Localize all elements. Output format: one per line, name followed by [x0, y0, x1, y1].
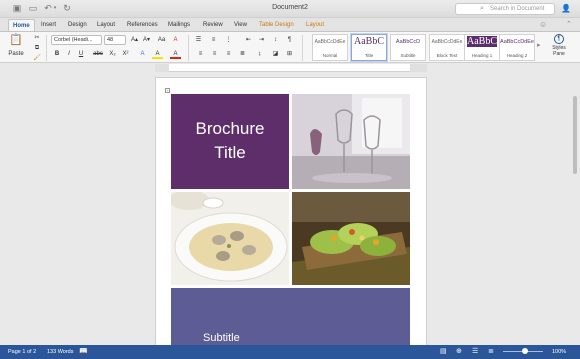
- ribbon-home: 📋 Paste ✂ ⧉ 🖌 Corbel (Headi... 48 A▴ A▾ …: [0, 31, 580, 63]
- tab-home[interactable]: Home: [8, 19, 35, 31]
- highlight-button[interactable]: A: [152, 49, 163, 59]
- pasta-clams-image: [171, 192, 289, 285]
- collapse-ribbon-icon[interactable]: ⌃: [566, 20, 572, 28]
- wine-glasses-photo[interactable]: [292, 94, 410, 189]
- style-heading-2[interactable]: AaBbCcDdEe Heading 2: [499, 34, 535, 61]
- borders-icon[interactable]: ⊞: [284, 49, 295, 59]
- format-painter-icon[interactable]: 🖌: [32, 53, 42, 63]
- show-marks-button[interactable]: ¶: [284, 35, 295, 45]
- clear-formatting-button[interactable]: A: [170, 35, 181, 45]
- zoom-level[interactable]: 100%: [552, 345, 566, 359]
- print-layout-view-icon[interactable]: ▤: [440, 345, 447, 359]
- sort-icon[interactable]: ↕: [270, 35, 281, 45]
- numbering-icon[interactable]: ≡: [208, 35, 219, 45]
- word-count[interactable]: 133 Words: [47, 345, 74, 359]
- copy-icon[interactable]: ⧉: [32, 43, 42, 53]
- page-count[interactable]: Page 1 of 2: [8, 345, 36, 359]
- clipboard-icon[interactable]: 📋: [6, 33, 26, 47]
- font-size-dropdown[interactable]: 48: [104, 35, 126, 45]
- line-spacing-icon[interactable]: ↨: [254, 49, 265, 59]
- underline-button[interactable]: U: [76, 49, 86, 59]
- pasta-clams-photo[interactable]: [171, 192, 289, 285]
- search-input[interactable]: ⌕ Search in Document: [455, 3, 555, 15]
- scrollbar-thumb[interactable]: [573, 96, 577, 174]
- align-left-icon[interactable]: ≡: [195, 49, 206, 59]
- superscript-button[interactable]: X²: [120, 49, 131, 59]
- brochure-title-cell[interactable]: Brochure Title: [171, 94, 289, 189]
- paste-button[interactable]: Paste: [6, 49, 26, 59]
- divider: [188, 35, 189, 61]
- zoom-slider-knob[interactable]: [522, 348, 528, 354]
- tab-view[interactable]: View: [230, 19, 251, 31]
- proofing-icon[interactable]: 📖: [79, 345, 88, 359]
- tab-table-design[interactable]: Table Design: [255, 19, 298, 31]
- tab-design[interactable]: Design: [64, 19, 91, 31]
- redo-icon[interactable]: ↻: [62, 4, 72, 13]
- styles-pane-label-2: Pane: [553, 51, 565, 57]
- tab-review[interactable]: Review: [199, 19, 227, 31]
- style-subtitle[interactable]: AaBbCcD Subtitle: [390, 34, 426, 61]
- subtitle-cell[interactable]: Subtitle: [171, 288, 410, 347]
- web-layout-view-icon[interactable]: ⊕: [456, 345, 462, 359]
- ruler-left-margin: [155, 64, 169, 72]
- wine-glasses-image: [292, 94, 410, 189]
- italic-button[interactable]: I: [64, 49, 74, 59]
- font-name-dropdown[interactable]: Corbel (Headi...: [51, 35, 102, 45]
- save-icon[interactable]: ▣: [12, 4, 22, 13]
- grow-font-button[interactable]: A▴: [129, 35, 140, 45]
- tab-layout[interactable]: Layout: [93, 19, 119, 31]
- change-case-button[interactable]: Aa: [156, 35, 167, 45]
- title-bar: ▣ ▭ ↶ ▾ ↻ Document2 ⌕ Search in Document…: [0, 0, 580, 18]
- styles-more-icon[interactable]: ▸: [537, 41, 541, 49]
- bold-button[interactable]: B: [52, 49, 62, 59]
- style-heading-1[interactable]: AaBbC Heading 1: [464, 34, 500, 61]
- multilevel-list-icon[interactable]: ⋮: [223, 35, 234, 45]
- style-normal[interactable]: AaBbCcDdEe Normal: [312, 34, 348, 61]
- text-effects-button[interactable]: A: [137, 49, 148, 59]
- divider: [46, 35, 47, 61]
- style-block-text[interactable]: AaBbCcDdEe Block Text: [429, 34, 465, 61]
- subscript-button[interactable]: X₂: [107, 49, 118, 59]
- search-placeholder: Search in Document: [490, 6, 545, 12]
- bullets-icon[interactable]: ☰: [193, 35, 204, 45]
- subtitle-text: Subtitle: [203, 332, 240, 344]
- brochure-title-line-2: Title: [214, 143, 246, 162]
- align-right-icon[interactable]: ≡: [223, 49, 234, 59]
- styles-pane-icon: ¶: [554, 34, 564, 44]
- horizontal-ruler[interactable]: [155, 64, 427, 72]
- share-icon[interactable]: 👤: [561, 4, 571, 13]
- increase-indent-icon[interactable]: ⇥: [256, 35, 267, 45]
- tab-table-layout[interactable]: Layout: [302, 19, 328, 31]
- search-icon: ⌕: [480, 5, 484, 12]
- divider: [302, 35, 303, 61]
- open-folder-icon[interactable]: ▭: [28, 4, 38, 13]
- status-bar: Page 1 of 2 133 Words 📖 ▤ ⊕ ☰ ≣ 100%: [0, 345, 580, 359]
- undo-dropdown-icon[interactable]: ▾: [50, 4, 60, 13]
- salad-lettuce-wraps-photo[interactable]: [292, 192, 410, 285]
- ribbon-tabs: Home Insert Design Layout References Mai…: [0, 18, 580, 31]
- tab-references[interactable]: References: [123, 19, 162, 31]
- draft-view-icon[interactable]: ≣: [488, 345, 494, 359]
- feedback-smiley-icon[interactable]: ☺: [539, 20, 547, 29]
- shading-icon[interactable]: ◪: [270, 49, 281, 59]
- table-move-handle-icon[interactable]: +: [165, 88, 170, 93]
- decrease-indent-icon[interactable]: ⇤: [243, 35, 254, 45]
- shrink-font-button[interactable]: A▾: [141, 35, 152, 45]
- brochure-title-line-1: Brochure: [195, 119, 265, 138]
- styles-pane-button[interactable]: ¶ Styles Pane: [544, 34, 574, 57]
- tab-mailings[interactable]: Mailings: [164, 19, 194, 31]
- ruler-right-margin: [410, 64, 427, 72]
- outline-view-icon[interactable]: ☰: [472, 345, 478, 359]
- style-title[interactable]: AaBbC Title: [351, 34, 387, 61]
- strikethrough-button[interactable]: abc: [91, 49, 105, 59]
- salad-image: [292, 192, 410, 285]
- justify-icon[interactable]: ≣: [237, 49, 248, 59]
- font-color-button[interactable]: A: [170, 49, 181, 59]
- cut-icon[interactable]: ✂: [32, 33, 42, 43]
- styles-gallery: AaBbCcDdEe Normal AaBbC Title AaBbCcD Su…: [309, 33, 539, 62]
- tab-insert[interactable]: Insert: [37, 19, 60, 31]
- align-center-icon[interactable]: ≡: [209, 49, 220, 59]
